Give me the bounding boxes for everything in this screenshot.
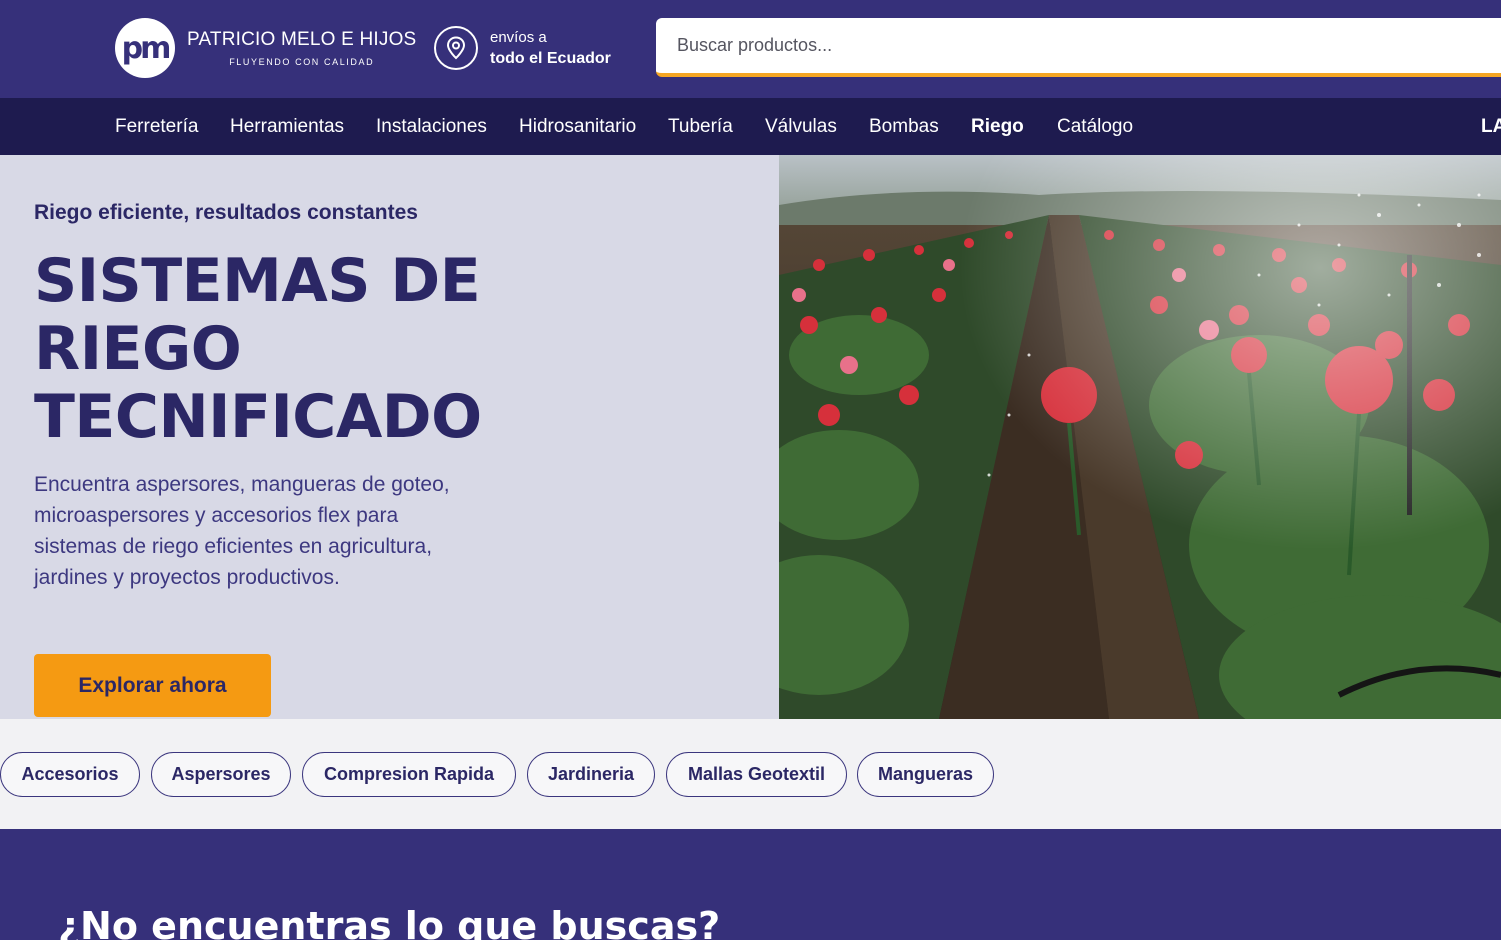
hero-title: SISTEMAS DE RIEGO TECNIFICADO (34, 247, 594, 451)
hero-title-line: TECNIFICADO (34, 382, 482, 452)
help-banner: ¿No encuentras lo que buscas? (0, 829, 1501, 940)
hero-section: Riego eficiente, resultados constantes S… (0, 155, 779, 719)
language-selector[interactable]: LA (1481, 98, 1501, 155)
search-box (656, 18, 1501, 77)
nav-item-herramientas[interactable]: Herramientas (230, 98, 344, 155)
top-header: pm PATRICIO MELO E HIJOS FLUYENDO CON CA… (0, 0, 1501, 98)
logo-name: PATRICIO MELO E HIJOS (187, 29, 417, 50)
nav-item-hidrosanitario[interactable]: Hidrosanitario (519, 98, 636, 155)
hero-kicker: Riego eficiente, resultados constantes (34, 201, 418, 224)
nav-item-catalogo[interactable]: Catálogo (1057, 98, 1133, 155)
search-input[interactable] (656, 18, 1501, 73)
chip-jardineria[interactable]: Jardineria (527, 752, 655, 797)
hero-description: Encuentra aspersores, mangueras de goteo… (34, 473, 450, 589)
brand-logo[interactable]: pm PATRICIO MELO E HIJOS FLUYENDO CON CA… (115, 18, 416, 78)
logo-text: PATRICIO MELO E HIJOS FLUYENDO CON CALID… (187, 29, 416, 67)
chip-mangueras[interactable]: Mangueras (857, 752, 994, 797)
chip-aspersores[interactable]: Aspersores (151, 752, 291, 797)
nav-item-instalaciones[interactable]: Instalaciones (376, 98, 487, 155)
nav-item-bombas[interactable]: Bombas (869, 98, 939, 155)
shipping-line-1: envíos a (490, 29, 547, 46)
hero-title-line: RIEGO (34, 314, 242, 384)
chip-mallas-geotextil[interactable]: Mallas Geotextil (666, 752, 847, 797)
shipping-line-2: todo el Ecuador (490, 50, 611, 67)
hero-image (779, 155, 1501, 719)
shipping-text: envíos a todo el Ecuador (490, 27, 611, 69)
logo-tagline: FLUYENDO CON CALIDAD (229, 57, 375, 67)
logo-monogram: pm (115, 18, 175, 78)
shipping-info: envíos a todo el Ecuador (434, 26, 611, 70)
category-chips: Accesorios Aspersores Compresion Rapida … (0, 719, 1501, 829)
help-banner-title: ¿No encuentras lo que buscas? (58, 904, 721, 940)
nav-item-ferreteria[interactable]: Ferretería (115, 98, 198, 155)
chip-compresion-rapida[interactable]: Compresion Rapida (302, 752, 516, 797)
explore-now-button[interactable]: Explorar ahora (34, 654, 271, 717)
chip-accesorios[interactable]: Accesorios (0, 752, 140, 797)
location-pin-icon (434, 26, 478, 70)
nav-item-tuberia[interactable]: Tubería (668, 98, 733, 155)
nav-item-valvulas[interactable]: Válvulas (765, 98, 837, 155)
hero-title-line: SISTEMAS DE (34, 246, 481, 316)
nav-item-riego[interactable]: Riego (971, 98, 1024, 155)
main-nav: Ferretería Herramientas Instalaciones Hi… (0, 98, 1501, 155)
